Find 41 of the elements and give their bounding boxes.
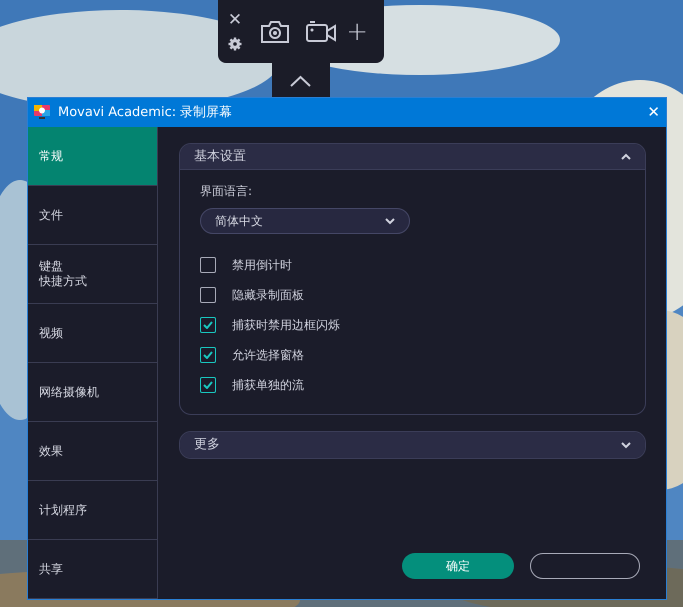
section-header[interactable]: 更多: [180, 432, 645, 458]
checkbox[interactable]: [200, 377, 216, 393]
field-label: 界面语言:: [200, 183, 254, 200]
chevron-up-icon: [621, 152, 631, 160]
sidebar-item[interactable]: 视频: [28, 304, 157, 363]
checkbox-label: 捕获时禁用边框闪烁: [232, 317, 340, 334]
caret-icon: [385, 217, 395, 225]
sidebar-item[interactable]: 效果: [28, 422, 157, 481]
checkmark-icon: [203, 351, 213, 359]
sidebar-item[interactable]: 网络摄像机: [28, 363, 157, 422]
sidebar-item-text: 快捷方式: [39, 274, 87, 289]
chevron-up-icon[interactable]: [290, 75, 311, 87]
app-icon: [34, 105, 50, 120]
checkbox[interactable]: [200, 257, 216, 273]
checkbox-label: 允许选择窗格: [232, 347, 304, 364]
sidebar-item[interactable]: 键盘 快捷方式: [28, 245, 157, 304]
sidebar-item[interactable]: 共享: [28, 540, 157, 599]
close-button[interactable]: ✕: [647, 105, 660, 120]
camera-icon[interactable]: [260, 20, 290, 44]
sidebar-item[interactable]: 计划程序: [28, 481, 157, 540]
add-button[interactable]: +: [346, 18, 368, 44]
checkbox[interactable]: [200, 347, 216, 363]
chevron-down-icon: [621, 441, 631, 449]
sidebar-item-text: 键盘: [39, 259, 63, 274]
sidebar-item[interactable]: 文件: [28, 186, 157, 245]
section-header[interactable]: 基本设置: [180, 144, 645, 170]
ok-button[interactable]: 确定: [402, 553, 514, 579]
checkbox-label: 隐藏录制面板: [232, 287, 304, 304]
checkbox-label: 禁用倒计时: [232, 257, 292, 274]
video-camera-icon[interactable]: [306, 20, 337, 42]
sidebar-item[interactable]: 常规: [28, 127, 157, 186]
language-dropdown[interactable]: 简体中文: [200, 208, 410, 234]
checkmark-icon: [203, 321, 213, 329]
settings-icon[interactable]: [228, 37, 242, 51]
checkmark-icon: [203, 381, 213, 389]
checkbox[interactable]: [200, 317, 216, 333]
cancel-button[interactable]: [530, 553, 640, 579]
checkbox[interactable]: [200, 287, 216, 303]
close-button[interactable]: ✕: [228, 12, 242, 29]
window-title: Movavi Academic: 录制屏幕: [58, 104, 232, 122]
checkbox-label: 捕获单独的流: [232, 377, 304, 394]
